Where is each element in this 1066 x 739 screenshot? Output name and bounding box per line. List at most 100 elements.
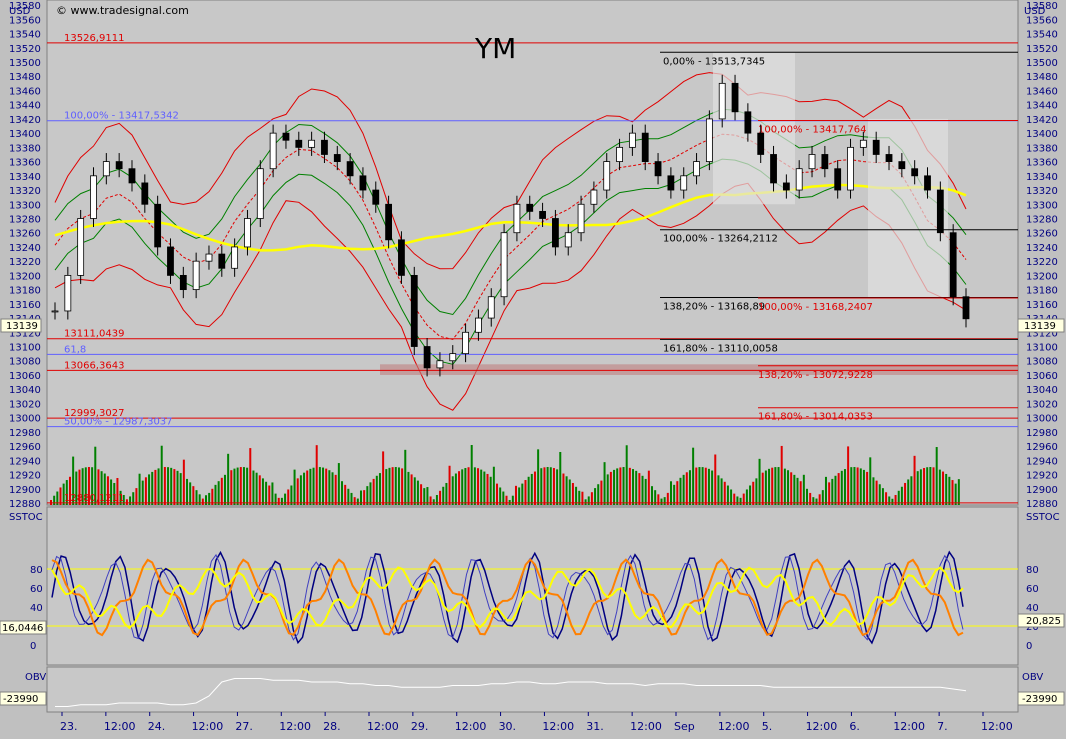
- volume-bar: [828, 482, 831, 505]
- sstoc-tick-right: 60: [1026, 584, 1039, 595]
- volume-bar: [170, 467, 173, 505]
- candle-body: [346, 161, 354, 177]
- volume-bar: [565, 476, 568, 505]
- volume-bar: [157, 468, 160, 505]
- time-tick: 5.: [762, 720, 773, 733]
- volume-bar: [151, 471, 154, 505]
- volume-bar: [148, 474, 151, 505]
- candle-body: [705, 118, 713, 162]
- volume-bar: [252, 470, 255, 505]
- time-tick: 7.: [937, 720, 948, 733]
- volume-bar: [527, 476, 530, 505]
- y-tick-right: 13160: [1026, 300, 1058, 311]
- volume-bar: [451, 476, 454, 505]
- volume-bar: [568, 479, 571, 505]
- volume-bar: [325, 468, 328, 505]
- symbol-title: YM: [474, 32, 516, 65]
- y-tick-left: 13060: [9, 371, 41, 382]
- candle-body: [847, 146, 854, 191]
- volume-bar: [799, 481, 802, 505]
- volume-bar: [824, 476, 827, 505]
- y-tick-left: 13240: [9, 243, 41, 254]
- volume-bar: [458, 471, 461, 505]
- price-badge-right-text: 13139: [1024, 321, 1056, 332]
- candle-body: [590, 189, 598, 205]
- volume-bar: [663, 497, 666, 505]
- y-tick-left: 13360: [9, 158, 41, 169]
- volume-bar: [840, 470, 843, 505]
- obv-title-left: OBV: [25, 672, 46, 683]
- fib-label-red: 161,80% - 13014,0353: [758, 412, 873, 423]
- volume-bar: [609, 471, 612, 505]
- volume-bar: [935, 447, 938, 505]
- volume-bar: [853, 467, 856, 505]
- volume-bar: [385, 469, 388, 505]
- y-tick-left: 13180: [9, 286, 41, 297]
- candle-body: [333, 154, 341, 162]
- volume-bar: [644, 478, 647, 505]
- obv-panel[interactable]: [46, 666, 1019, 713]
- volume-bar: [932, 467, 935, 505]
- candle-body: [154, 203, 162, 248]
- volume-bar: [470, 445, 473, 505]
- time-tick: 12:00: [981, 720, 1013, 733]
- candle-body: [577, 203, 585, 234]
- candle-body: [744, 111, 752, 134]
- volume-bar: [227, 453, 230, 505]
- fib-label: 61,8: [64, 344, 86, 355]
- volume-bar: [179, 473, 182, 505]
- volume-bar: [856, 467, 859, 505]
- volume-bar: [230, 470, 233, 505]
- fib-label-right: 161,80% - 13110,0058: [663, 343, 778, 354]
- volume-bar: [315, 445, 318, 505]
- volume-bar: [388, 467, 391, 505]
- candle-body: [128, 168, 136, 184]
- chart-window: 13526,9111 100,00% - 13417,5342 13111,0439…: [0, 0, 1066, 735]
- volume-bar: [764, 470, 767, 505]
- volume-bar: [552, 468, 555, 505]
- y-tick-right: 13240: [1026, 243, 1058, 254]
- volume-bar: [793, 474, 796, 505]
- volume-bar: [723, 481, 726, 505]
- volume-bar: [201, 498, 204, 505]
- candle-body: [936, 189, 944, 234]
- volume-bar: [869, 457, 872, 505]
- y-tick-left: 13440: [9, 101, 41, 112]
- volume-bar: [900, 486, 903, 505]
- volume-bar: [597, 484, 600, 505]
- y-tick-right: 13260: [1026, 229, 1058, 240]
- volume-bar: [182, 459, 185, 505]
- y-tick-right: 12900: [1026, 485, 1058, 496]
- candle-body: [64, 274, 72, 312]
- time-tick: 12:00: [893, 720, 925, 733]
- volume-bar: [59, 487, 62, 505]
- volume-bar: [445, 482, 448, 505]
- volume-bar: [711, 470, 714, 505]
- volume-bar: [496, 483, 499, 505]
- volume-bar: [774, 467, 777, 505]
- volume-bar: [242, 467, 245, 505]
- volume-bar: [233, 468, 236, 505]
- volume-bar: [296, 478, 299, 505]
- candle-body: [218, 253, 226, 269]
- time-tick: 29.: [411, 720, 429, 733]
- volume-bar: [144, 477, 147, 505]
- volume-bar: [537, 449, 540, 505]
- time-tick: 12:00: [367, 720, 399, 733]
- volume-bar: [442, 486, 445, 505]
- volume-bar: [954, 483, 957, 505]
- candle-body: [757, 132, 765, 155]
- y-tick-left: 13260: [9, 229, 41, 240]
- volume-bar: [426, 487, 429, 505]
- volume-bar: [334, 474, 337, 505]
- y-tick-left: 12920: [9, 471, 41, 482]
- candle-body: [205, 253, 213, 262]
- volume-bar: [632, 469, 635, 505]
- y-tick-left: 13100: [9, 343, 41, 354]
- candle-body: [834, 168, 842, 191]
- y-tick-left: 13160: [9, 300, 41, 311]
- y-tick-left: 12980: [9, 428, 41, 439]
- volume-bar: [214, 484, 217, 505]
- volume-bar: [752, 481, 755, 505]
- volume-bar: [467, 467, 470, 505]
